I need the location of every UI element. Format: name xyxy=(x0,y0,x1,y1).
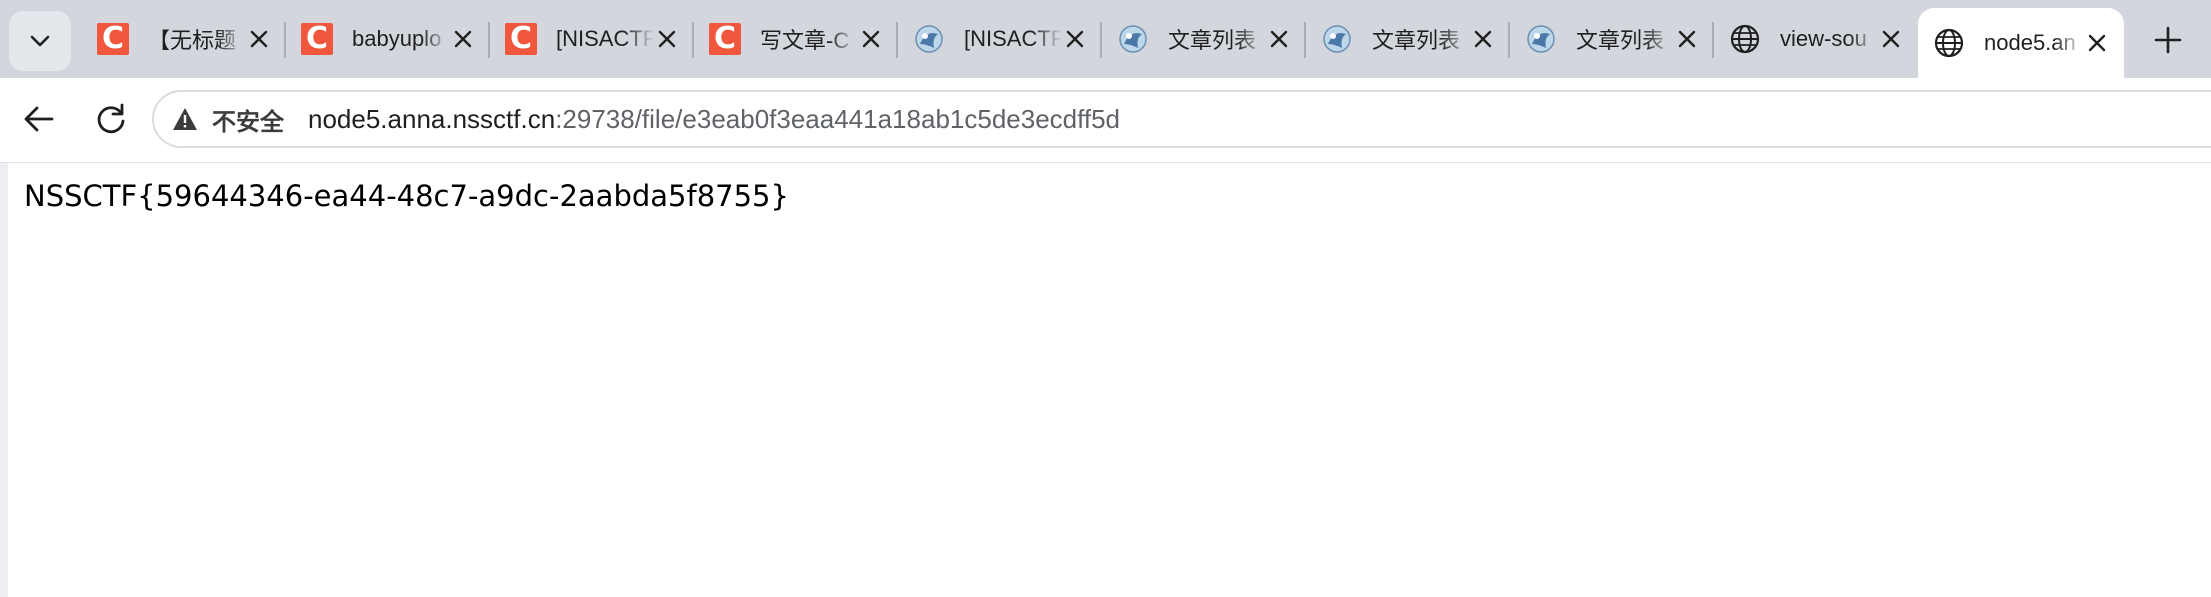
close-icon[interactable] xyxy=(450,26,476,52)
csdn-c-icon: C xyxy=(504,22,538,56)
tab-item[interactable]: 文章列表 xyxy=(1306,0,1510,78)
chevron-down-icon xyxy=(30,35,50,47)
security-chip[interactable]: 不安全 xyxy=(172,102,284,137)
tab-item-active[interactable]: node5.an xyxy=(1918,8,2124,78)
warning-icon xyxy=(172,106,198,132)
close-icon[interactable] xyxy=(1266,26,1292,52)
tab-title: [NISACTF xyxy=(964,26,1062,51)
close-icon[interactable] xyxy=(654,26,680,52)
nssctf-icon xyxy=(912,22,946,56)
csdn-c-icon: C xyxy=(96,22,130,56)
tab-title: view-sou xyxy=(1780,26,1867,51)
nssctf-icon xyxy=(1116,22,1150,56)
browser-window: C 【无标题 C babyuplo C [NISACTF C 写文章-C [NI… xyxy=(0,0,2211,597)
nssctf-icon xyxy=(1320,22,1354,56)
tab-item[interactable]: 文章列表 xyxy=(1102,0,1306,78)
tab-item[interactable]: C babyuplo xyxy=(286,0,490,78)
back-button[interactable] xyxy=(16,96,62,142)
tab-title: node5.an xyxy=(1984,30,2076,55)
tab-item[interactable]: 文章列表 xyxy=(1510,0,1714,78)
tab-title: 文章列表 xyxy=(1372,28,1461,53)
globe-icon xyxy=(1728,22,1762,56)
close-icon[interactable] xyxy=(1878,26,1904,52)
tab-list: C 【无标题 C babyuplo C [NISACTF C 写文章-C [NI… xyxy=(82,0,2124,78)
tab-title: 文章列表 xyxy=(1576,28,1665,53)
close-icon[interactable] xyxy=(246,26,272,52)
nssctf-icon xyxy=(1524,22,1558,56)
tab-item[interactable]: C 【无标题 xyxy=(82,0,286,78)
page-body-text: NSSCTF{59644346-ea44-48c7-a9dc-2aabda5f8… xyxy=(24,179,789,213)
close-icon[interactable] xyxy=(858,26,884,52)
reload-icon xyxy=(97,103,125,134)
tab-strip: C 【无标题 C babyuplo C [NISACTF C 写文章-C [NI… xyxy=(0,0,2211,78)
address-bar[interactable]: 不安全 node5.anna.nssctf.cn:29738/file/e3ea… xyxy=(152,90,2211,148)
url-path: :29738/file/e3eab0f3eaa441a18ab1c5de3ecd… xyxy=(555,103,1121,134)
url-text[interactable]: node5.anna.nssctf.cn:29738/file/e3eab0f3… xyxy=(308,104,1120,135)
close-icon[interactable] xyxy=(1470,26,1496,52)
globe-icon xyxy=(1932,26,1966,60)
arrow-left-icon xyxy=(24,106,54,132)
csdn-c-icon: C xyxy=(300,22,334,56)
csdn-c-icon: C xyxy=(708,22,742,56)
tab-item[interactable]: [NISACTF xyxy=(898,0,1102,78)
tab-item[interactable]: C [NISACTF xyxy=(490,0,694,78)
new-tab-button[interactable] xyxy=(2142,14,2194,66)
page-content: NSSCTF{59644346-ea44-48c7-a9dc-2aabda5f8… xyxy=(0,163,2211,597)
close-icon[interactable] xyxy=(1062,26,1088,52)
tab-title: 【无标题 xyxy=(148,28,237,53)
tab-item[interactable]: C 写文章-C xyxy=(694,0,898,78)
plus-icon xyxy=(2154,26,2182,54)
tab-title: babyuplo xyxy=(352,26,442,51)
security-label: 不安全 xyxy=(212,108,284,136)
browser-toolbar: 不安全 node5.anna.nssctf.cn:29738/file/e3ea… xyxy=(0,78,2211,163)
close-icon[interactable] xyxy=(2084,30,2110,56)
tab-title: 文章列表 xyxy=(1168,28,1257,53)
close-icon[interactable] xyxy=(1674,26,1700,52)
tab-title: 写文章-C xyxy=(760,28,850,53)
reload-button[interactable] xyxy=(88,96,134,142)
tab-title: [NISACTF xyxy=(556,26,654,51)
tab-search-button[interactable] xyxy=(9,11,71,71)
tab-item[interactable]: view-sou xyxy=(1714,0,1918,78)
url-host: node5.anna.nssctf.cn xyxy=(308,103,556,134)
